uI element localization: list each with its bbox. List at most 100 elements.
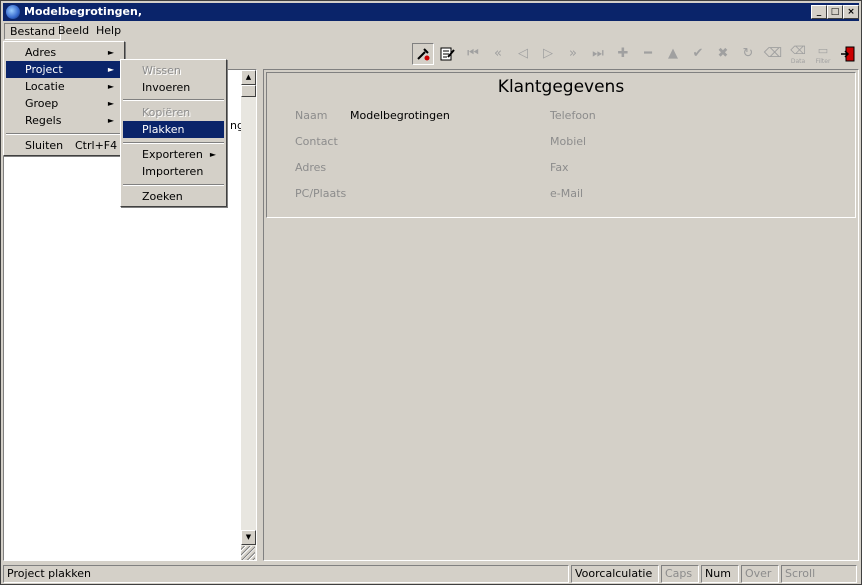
refresh-icon: ↻ [742,46,754,61]
minimize-button[interactable]: _ [811,5,827,19]
cancel-record-button[interactable]: ✖ [712,43,734,65]
status-caps: Caps [661,565,699,583]
triangle-up-icon: ▲ [245,73,252,81]
klantgegevens-panel: Klantgegevens Naam Modelbegrotingen Cont… [266,72,856,218]
data-button[interactable]: ⌫ Data [787,43,809,65]
panel-title: Klantgegevens [497,77,625,97]
fast-back-button[interactable]: « [487,43,509,65]
value-naam[interactable]: Modelbegrotingen [350,109,450,122]
edit-button[interactable] [436,43,458,65]
menu-item-exporteren[interactable]: Exporteren ► [123,146,224,163]
data-icon: ⌫ [790,44,806,57]
app-icon[interactable] [6,5,20,19]
tree-vertical-scrollbar[interactable]: ▲ ▼ [241,70,256,560]
minus-icon: ━ [644,46,652,61]
menu-help[interactable]: Help [91,23,126,40]
submenu-arrow-icon: ► [107,116,114,125]
menu-item-invoeren[interactable]: Invoeren [123,79,224,96]
label-telefoon: Telefoon [550,109,596,122]
exit-button[interactable] [837,43,859,65]
menu-item-groep[interactable]: Groep ► [6,95,122,112]
application-window: Modelbegrotingen, _ □ × Bestand Beeld He… [0,0,862,585]
menu-item-zoeken[interactable]: Zoeken [123,188,224,205]
menu-item-kopieren[interactable]: Kopiëren [123,104,224,121]
menu-item-label: Zoeken [142,190,183,203]
menu-item-adres[interactable]: Adres ► [6,44,122,61]
menu-separator [123,184,224,186]
menu-item-label: Sluiten [25,139,64,152]
label-pcplaats: PC/Plaats [295,187,347,200]
filter-icon: ▭ [817,44,829,57]
submenu-arrow-icon: ► [107,99,114,108]
window-title: Modelbegrotingen, [24,5,143,18]
last-record-icon: ⏭ [592,46,604,61]
menu-item-label: Project [25,63,63,76]
menu-item-label: Plakken [142,123,185,136]
filter-button[interactable]: ▭ Filter [812,43,834,65]
menu-item-label: Wissen [142,64,181,77]
scroll-thumb[interactable] [241,85,256,97]
label-email: e-Mail [550,187,584,200]
menu-item-label: Importeren [142,165,204,178]
menu-item-label: Kopiëren [142,106,191,119]
status-message: Project plakken [3,565,569,583]
tools-button[interactable] [412,43,434,65]
first-record-icon: ⏮ [467,46,479,61]
label-adres: Adres [295,161,327,174]
triangle-down-icon: ▼ [245,533,252,541]
menu-item-importeren[interactable]: Importeren [123,163,224,180]
menu-separator [123,142,224,144]
menu-item-locatie[interactable]: Locatie ► [6,78,122,95]
maximize-button[interactable]: □ [827,5,843,19]
menu-item-project[interactable]: Project ► [6,61,122,78]
refresh-button[interactable]: ↻ [737,43,759,65]
menu-item-sluiten[interactable]: Sluiten Ctrl+F4 [6,137,122,154]
filter-label: Filter [815,58,831,65]
status-num: Num [701,565,739,583]
submenu-arrow-icon: ► [209,150,216,159]
label-contact: Contact [295,135,338,148]
toolbar: ⏮ « ◁ ▷ » ⏭ ✚ ━ ▲ ✔ ✖ ↻ ⌫ ⌫ Data ▭ Filte… [406,43,861,67]
menu-item-plakken[interactable]: Plakken [123,121,224,138]
label-naam: Naam [295,109,328,122]
eraser-icon: ⌫ [763,46,783,61]
scroll-down-button[interactable]: ▼ [241,530,256,545]
label-fax: Fax [550,161,569,174]
data-label: Data [790,58,806,65]
fast-back-icon: « [494,46,502,61]
submenu-arrow-icon: ► [107,82,114,91]
add-record-button[interactable]: ✚ [612,43,634,65]
cross-icon: ✖ [717,46,729,61]
edit-record-button[interactable]: ▲ [662,43,684,65]
post-record-button[interactable]: ✔ [687,43,709,65]
triangle-up-icon: ▲ [668,46,678,61]
fast-forward-button[interactable]: » [562,43,584,65]
check-icon: ✔ [692,46,704,61]
submenu-arrow-icon: ► [107,65,114,74]
menu-item-label: Exporteren [142,148,203,161]
resize-grip-icon[interactable] [241,546,255,560]
menu-item-shortcut: Ctrl+F4 [75,139,118,152]
menu-item-label: Adres [25,46,57,59]
previous-record-button[interactable]: ◁ [512,43,534,65]
tools-icon [417,48,430,61]
status-mode: Voorcalculatie [571,565,659,583]
eraser-button[interactable]: ⌫ [762,43,784,65]
submenu-arrow-icon: ► [107,48,114,57]
menu-separator [123,99,224,101]
first-record-button[interactable]: ⏮ [462,43,484,65]
fast-forward-icon: » [569,46,577,61]
menu-item-label: Regels [25,114,62,127]
menu-item-wissen[interactable]: Wissen [123,62,224,79]
last-record-button[interactable]: ⏭ [587,43,609,65]
next-record-button[interactable]: ▷ [537,43,559,65]
delete-record-button[interactable]: ━ [637,43,659,65]
close-button[interactable]: × [843,5,859,19]
title-bar[interactable]: Modelbegrotingen, _ □ × [3,3,859,21]
edit-icon [440,47,455,61]
menu-beeld[interactable]: Beeld [53,23,94,40]
bestand-dropdown: Adres ► Project ► Locatie ► Groep ► Rege… [3,41,125,156]
scroll-up-button[interactable]: ▲ [241,70,256,85]
menu-item-regels[interactable]: Regels ► [6,112,122,129]
next-record-icon: ▷ [543,46,553,61]
